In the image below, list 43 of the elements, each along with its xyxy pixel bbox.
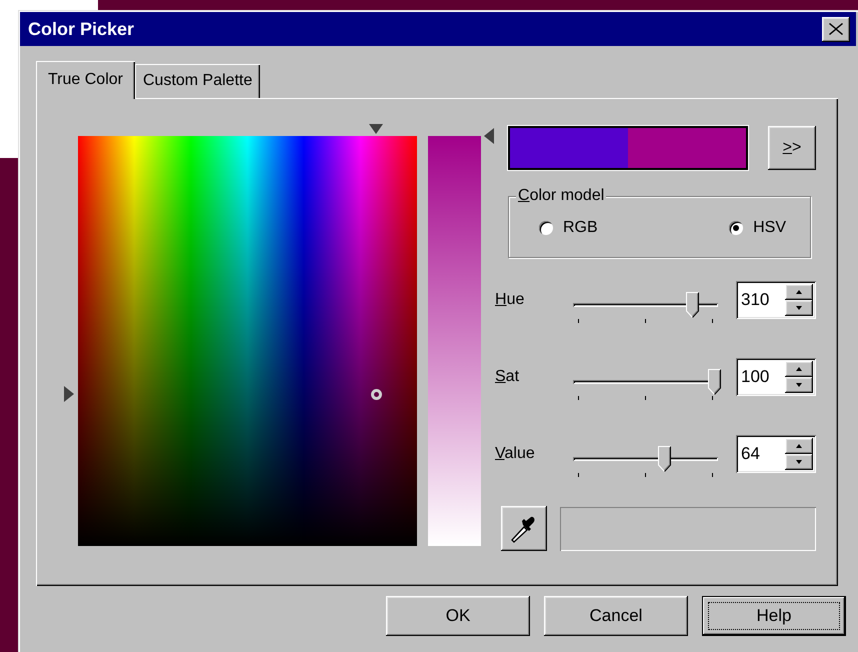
dialog-button[interactable]: Cancel [544,596,688,636]
spin-up-button[interactable] [785,438,813,454]
spin-up-button[interactable] [785,361,813,377]
spin-box[interactable]: 100 [736,358,816,396]
slider-label: Hue [495,290,526,310]
radio-circle[interactable] [539,221,553,235]
picker-cursor[interactable] [371,389,382,400]
marker-triangle[interactable] [484,128,494,144]
close-icon [829,23,843,35]
eyedropper-button[interactable] [501,506,547,551]
saturation-bar[interactable] [428,136,481,546]
up-arrow-icon [796,290,802,294]
spin-value: 100 [740,366,770,388]
tab[interactable]: Custom Palette [134,64,260,98]
expand-button[interactable]: >> [768,126,816,170]
spin-box[interactable]: 64 [736,435,816,473]
spin-down-button[interactable] [785,300,813,316]
slider-label: Value [495,444,536,464]
slider-thumb[interactable] [686,292,699,318]
slider-thumb[interactable] [658,446,672,472]
down-arrow-icon [796,306,802,310]
dialog-button[interactable]: Help [702,596,846,636]
slider-label: Sat [495,367,520,387]
up-arrow-icon [796,367,802,371]
color-name-field[interactable] [560,506,816,550]
spin-down-button[interactable] [785,454,813,470]
spin-down-button[interactable] [785,377,813,393]
color-spectrum[interactable] [78,136,417,546]
radio-button[interactable]: RGB [539,217,598,239]
slider-thumb[interactable] [708,369,721,395]
tab[interactable]: True Color [36,61,135,99]
radio-button[interactable]: HSV [729,217,786,239]
spin-box[interactable]: 310 [736,281,816,319]
up-arrow-icon [796,444,802,448]
radio-circle[interactable] [729,221,744,235]
close-button[interactable] [822,16,850,42]
down-arrow-icon [796,383,802,387]
dialog-button[interactable]: OK [386,596,530,636]
down-arrow-icon [796,460,802,464]
window-title: Color Picker [28,18,134,40]
spin-up-button[interactable] [785,284,813,300]
spin-value: 310 [740,289,770,311]
spin-value: 64 [740,443,761,465]
